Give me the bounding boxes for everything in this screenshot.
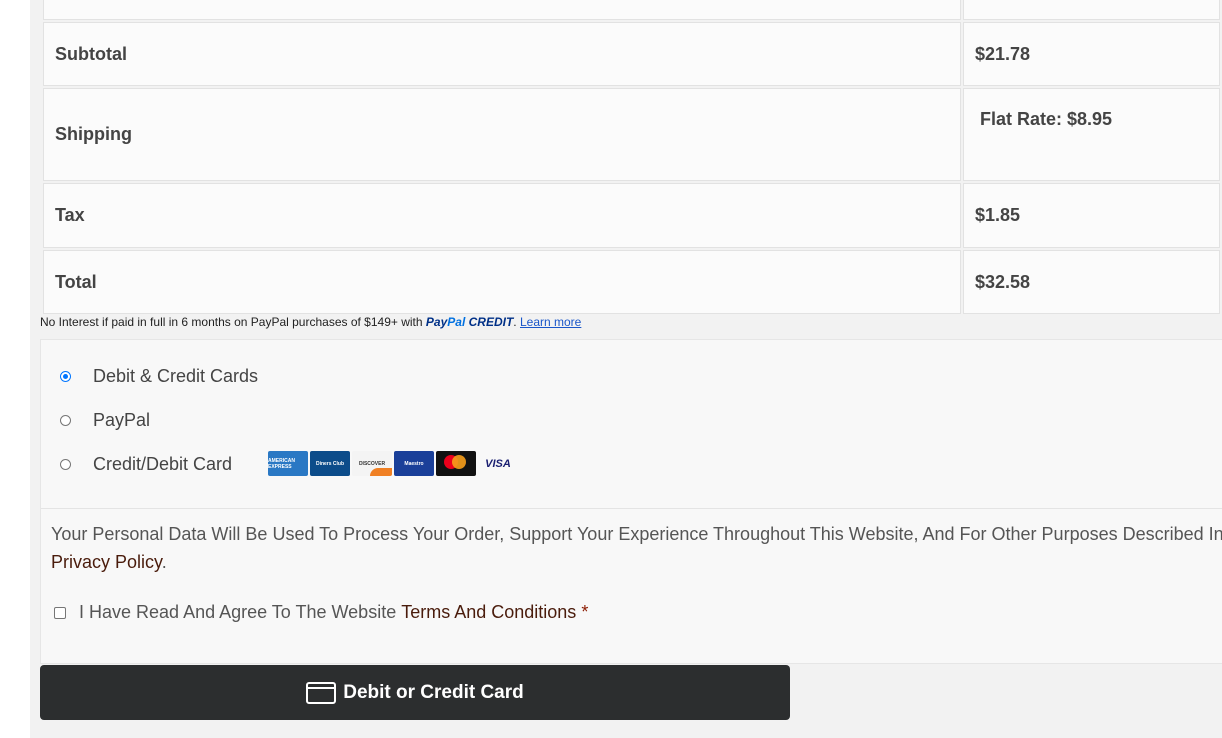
privacy-policy-link[interactable]: Privacy Policy <box>51 552 162 572</box>
learn-more-link[interactable]: Learn more <box>520 315 581 329</box>
order-totals-table: Subtotal $21.78 Shipping Flat Rate: $8.9… <box>41 0 1222 316</box>
paypal-credit-text: No Interest if paid in full in 6 months … <box>40 315 423 329</box>
privacy-notice: Your Personal Data Will Be Used To Proce… <box>51 520 1222 576</box>
shipping-value: Flat Rate: $8.95 <box>963 88 1220 181</box>
maestro-logo-icon: Maestro <box>394 451 434 476</box>
payment-method-label: Credit/Debit Card <box>93 454 233 474</box>
shipping-row: Shipping Flat Rate: $8.95 <box>43 88 1220 181</box>
mastercard-logo-icon <box>436 451 476 476</box>
payment-methods-box: Debit & Credit Cards PayPal Credit/Debit… <box>40 339 1222 664</box>
payment-method-label: Debit & Credit Cards <box>93 366 259 386</box>
tax-row: Tax $1.85 <box>43 183 1220 248</box>
total-row: Total $32.58 <box>43 250 1220 314</box>
diners-club-logo-icon: Diners Club <box>310 451 350 476</box>
card-button-label: Debit or Credit Card <box>343 681 524 703</box>
terms-text: I Have Read And Agree To The Website <box>79 602 397 622</box>
row-value <box>963 0 1220 20</box>
subtotal-row: Subtotal $21.78 <box>43 22 1220 86</box>
required-marker: * <box>581 602 589 622</box>
tax-value: $1.85 <box>963 183 1220 248</box>
radio-unselected[interactable] <box>60 459 71 470</box>
total-label: Total <box>43 250 961 314</box>
terms-agreement: I Have Read And Agree To The Website Ter… <box>54 602 588 623</box>
privacy-notice-text: Your Personal Data Will Be Used To Proce… <box>51 524 1222 544</box>
payment-method-label: PayPal <box>93 410 151 430</box>
payment-method-paypal[interactable]: PayPal <box>60 410 150 431</box>
paypal-credit-logo: PayPal CREDIT <box>425 315 514 329</box>
shipping-label: Shipping <box>43 88 961 181</box>
radio-selected[interactable] <box>60 371 71 382</box>
total-value: $32.58 <box>963 250 1220 314</box>
subtotal-label: Subtotal <box>43 22 961 86</box>
payment-method-credit-debit-card[interactable]: Credit/Debit Card <box>60 454 232 475</box>
subtotal-value: $21.78 <box>963 22 1220 86</box>
payment-method-debit-credit-cards[interactable]: Debit & Credit Cards <box>60 366 258 387</box>
divider <box>41 508 1222 509</box>
visa-logo-icon: VISA <box>485 457 511 470</box>
amex-logo-icon: AMERICAN EXPRESS <box>268 451 308 476</box>
radio-unselected[interactable] <box>60 415 71 426</box>
debit-credit-card-button[interactable]: Debit or Credit Card <box>40 665 790 720</box>
row-label <box>43 0 961 20</box>
table-row <box>43 0 1220 20</box>
discover-logo-icon: DISCOVER <box>352 451 392 476</box>
terms-checkbox[interactable] <box>54 606 66 619</box>
card-logos: AMERICAN EXPRESS Diners Club DISCOVER Ma… <box>268 451 518 476</box>
paypal-credit-message: No Interest if paid in full in 6 months … <box>40 315 582 329</box>
terms-and-conditions-link[interactable]: Terms And Conditions <box>401 602 576 623</box>
credit-card-icon <box>306 681 337 704</box>
tax-label: Tax <box>43 183 961 248</box>
